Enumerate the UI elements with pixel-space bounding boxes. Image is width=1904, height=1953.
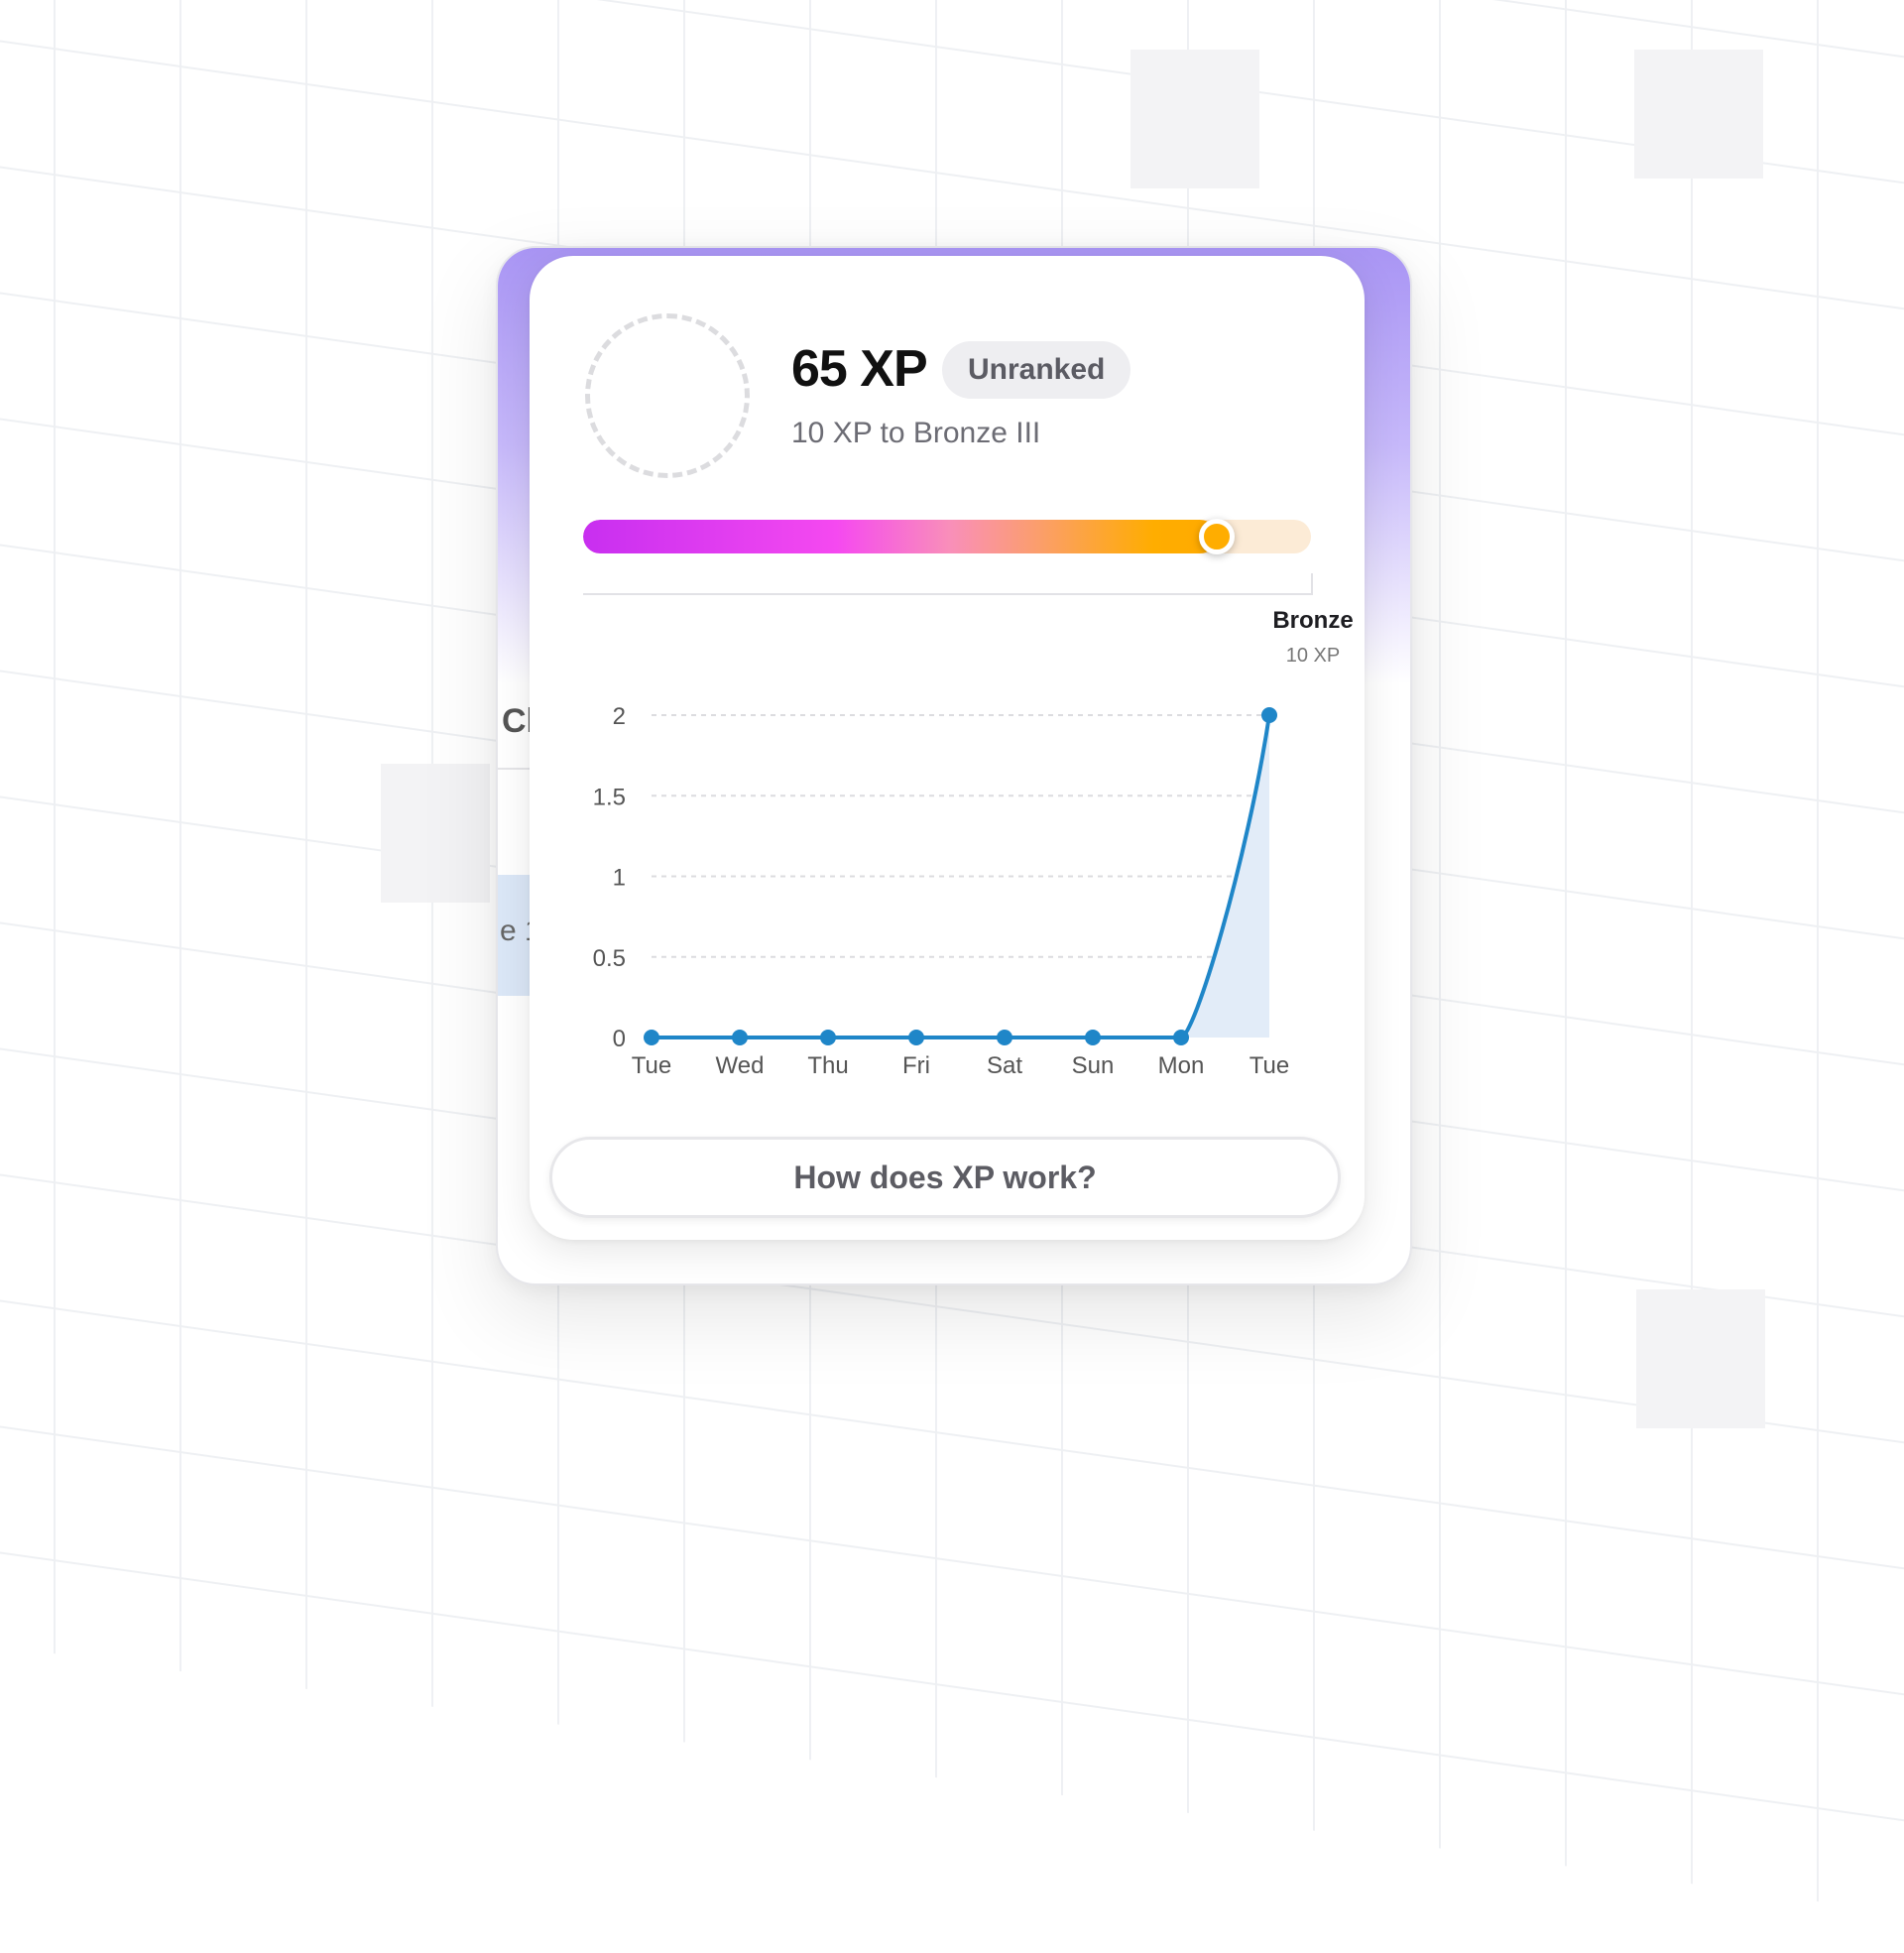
chart-data-point (1173, 1030, 1189, 1045)
chart-x-tick-label: Thu (807, 1052, 848, 1079)
chart-data-point (997, 1030, 1012, 1045)
xp-history-chart: 0 0.5 1 1.5 2 Tue Wed Thu Fri Sat Sun Mon Tue (593, 703, 1290, 1079)
chart-x-tick-label: Sat (987, 1052, 1022, 1079)
chart-y-tick-label: 1 (613, 865, 626, 892)
chart-x-tick-label: Fri (902, 1052, 930, 1079)
chart-x-tick-label: Tue (1250, 1052, 1289, 1079)
chart-y-tick-label: 0.5 (593, 945, 626, 972)
chart-y-tick-label: 1.5 (593, 784, 626, 810)
background-tile (381, 764, 490, 903)
how-xp-works-button[interactable]: How does XP work? (549, 1137, 1341, 1218)
chart-x-tick-label: Mon (1158, 1052, 1205, 1079)
chart-data-point (820, 1030, 836, 1045)
chart-y-tick-label: 2 (613, 703, 626, 730)
chart-data-point (644, 1030, 659, 1045)
chart-data-point (908, 1030, 924, 1045)
background-tile (1130, 50, 1259, 188)
chart-data-point (1261, 707, 1277, 723)
chart-x-tick-label: Tue (632, 1052, 671, 1079)
background-tile (1634, 50, 1763, 179)
chart-data-point (1085, 1030, 1101, 1045)
chart-y-tick-label: 0 (613, 1026, 626, 1052)
chart-data-point (732, 1030, 748, 1045)
chart-area-fill (1181, 715, 1269, 1038)
xp-popover: 65 XP Unranked 10 XP to Bronze III Bronz… (530, 256, 1365, 1240)
chart-x-tick-label: Wed (716, 1052, 765, 1079)
chart-x-tick-label: Sun (1072, 1052, 1115, 1079)
background-tile (1636, 1289, 1765, 1428)
